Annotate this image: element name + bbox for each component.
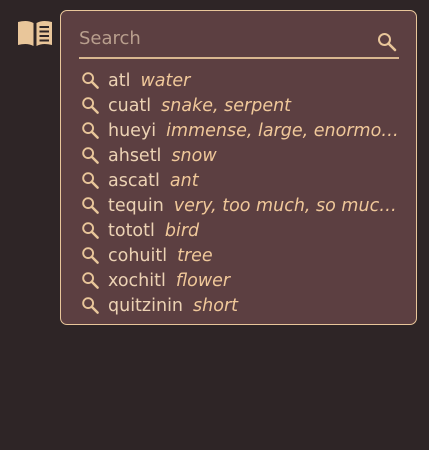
result-word: atl bbox=[108, 70, 131, 91]
app-root: atl water cuatl snake, serpent hueyi imm… bbox=[0, 0, 429, 450]
result-gloss: bird bbox=[164, 220, 200, 241]
result-word: tequin bbox=[108, 195, 164, 216]
result-word: cohuitl bbox=[108, 245, 168, 266]
search-results-list: atl water cuatl snake, serpent hueyi imm… bbox=[81, 68, 401, 318]
result-word: ahsetl bbox=[108, 145, 162, 166]
result-gloss: ant bbox=[169, 170, 199, 191]
search-icon[interactable] bbox=[377, 32, 397, 52]
search-icon bbox=[82, 172, 99, 189]
search-icon bbox=[82, 247, 99, 264]
search-icon bbox=[82, 72, 99, 89]
search-result-item[interactable]: atl water bbox=[81, 68, 401, 93]
search-result-item[interactable]: cuatl snake, serpent bbox=[81, 93, 401, 118]
result-gloss: flower bbox=[175, 270, 231, 291]
search-result-item[interactable]: xochitl flower bbox=[81, 268, 401, 293]
search-icon bbox=[82, 222, 99, 239]
search-result-item[interactable]: ahsetl snow bbox=[81, 143, 401, 168]
result-word: ascatl bbox=[108, 170, 160, 191]
result-gloss: tree bbox=[177, 245, 213, 266]
result-gloss: snow bbox=[171, 145, 217, 166]
result-word: hueyi bbox=[108, 120, 157, 141]
search-icon bbox=[82, 147, 99, 164]
result-word: xochitl bbox=[108, 270, 166, 291]
result-gloss: very, too much, so much, excessively bbox=[173, 195, 401, 216]
result-gloss: short bbox=[193, 295, 239, 316]
book-icon[interactable] bbox=[17, 19, 53, 47]
result-word: quitzinin bbox=[108, 295, 184, 316]
search-result-item[interactable]: hueyi immense, large, enormous bbox=[81, 118, 401, 143]
search-icon bbox=[82, 122, 99, 139]
search-result-item[interactable]: cohuitl tree bbox=[81, 243, 401, 268]
search-icon bbox=[82, 97, 99, 114]
search-result-item[interactable]: ascatl ant bbox=[81, 168, 401, 193]
search-icon bbox=[82, 197, 99, 214]
result-word: tototl bbox=[108, 220, 155, 241]
search-input[interactable] bbox=[79, 21, 364, 55]
search-bar bbox=[79, 21, 399, 59]
result-gloss: snake, serpent bbox=[161, 95, 292, 116]
result-gloss: water bbox=[140, 70, 191, 91]
search-result-item[interactable]: tequin very, too much, so much, excessiv… bbox=[81, 193, 401, 218]
search-icon bbox=[82, 272, 99, 289]
search-result-item[interactable]: tototl bird bbox=[81, 218, 401, 243]
search-icon bbox=[82, 297, 99, 314]
search-dropdown-panel: atl water cuatl snake, serpent hueyi imm… bbox=[60, 10, 417, 325]
result-gloss: immense, large, enormous bbox=[166, 120, 401, 141]
search-result-item[interactable]: quitzinin short bbox=[81, 293, 401, 318]
result-word: cuatl bbox=[108, 95, 152, 116]
